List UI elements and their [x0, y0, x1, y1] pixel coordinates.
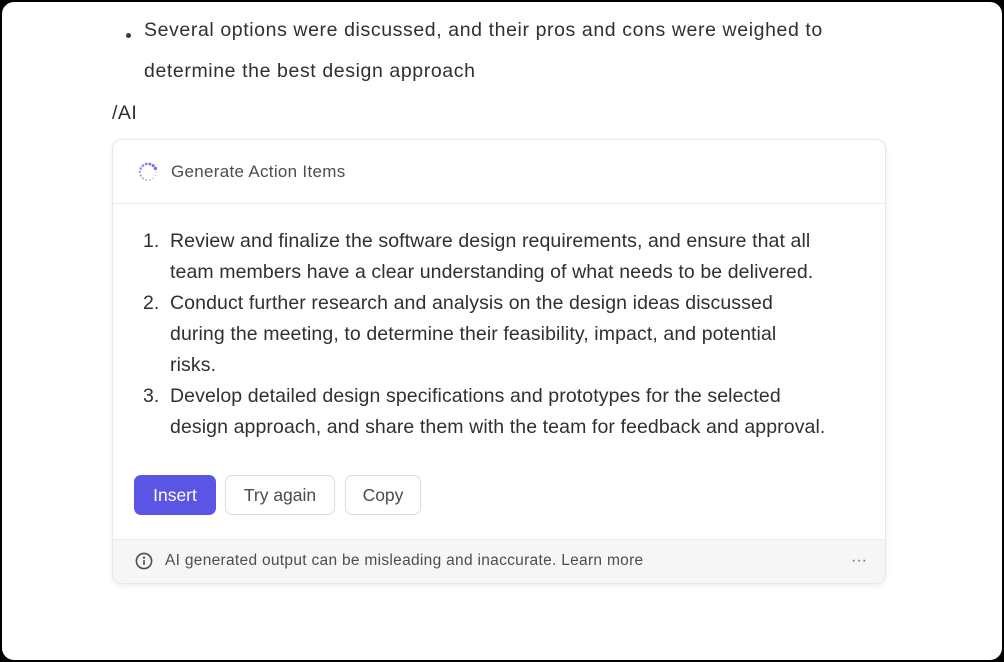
copy-button[interactable]: Copy: [345, 475, 421, 515]
bullet-icon: [126, 33, 131, 38]
ai-slash-command[interactable]: /AI: [112, 102, 137, 125]
bullet-text-line-2: determine the best design approach: [144, 60, 476, 82]
ai-panel-title: Generate Action Items: [171, 162, 346, 181]
disclaimer-text: AI generated output can be misleading an…: [165, 552, 644, 569]
list-item-number: 2.: [143, 292, 160, 314]
list-item-text: design approach, and share them with the…: [170, 416, 826, 438]
more-horizontal-icon[interactable]: ···: [851, 552, 867, 570]
list-item-number: 3.: [143, 385, 160, 407]
insert-button[interactable]: Insert: [134, 475, 216, 515]
list-item-text: risks.: [170, 354, 217, 376]
ai-panel-footer: AI generated output can be misleading an…: [113, 539, 885, 583]
list-item-number: 1.: [143, 230, 160, 252]
list-item-text: team members have a clear understanding …: [170, 261, 814, 283]
window-frame: Several options were discussed, and thei…: [0, 0, 1004, 662]
ai-panel-header: Generate Action Items: [113, 140, 885, 204]
list-item-text: Review and finalize the software design …: [170, 230, 811, 252]
ai-panel: Generate Action Items 1. Review and fina…: [112, 139, 886, 584]
info-circle-icon: [135, 552, 153, 570]
list-item-text: during the meeting, to determine their f…: [170, 323, 777, 345]
list-item-text: Conduct further research and analysis on…: [170, 292, 773, 314]
loading-spinner-icon: [138, 162, 158, 181]
bullet-text-line-1: Several options were discussed, and thei…: [144, 19, 823, 41]
try-again-button[interactable]: Try again: [225, 475, 335, 515]
list-item-text: Develop detailed design specifications a…: [170, 385, 781, 407]
